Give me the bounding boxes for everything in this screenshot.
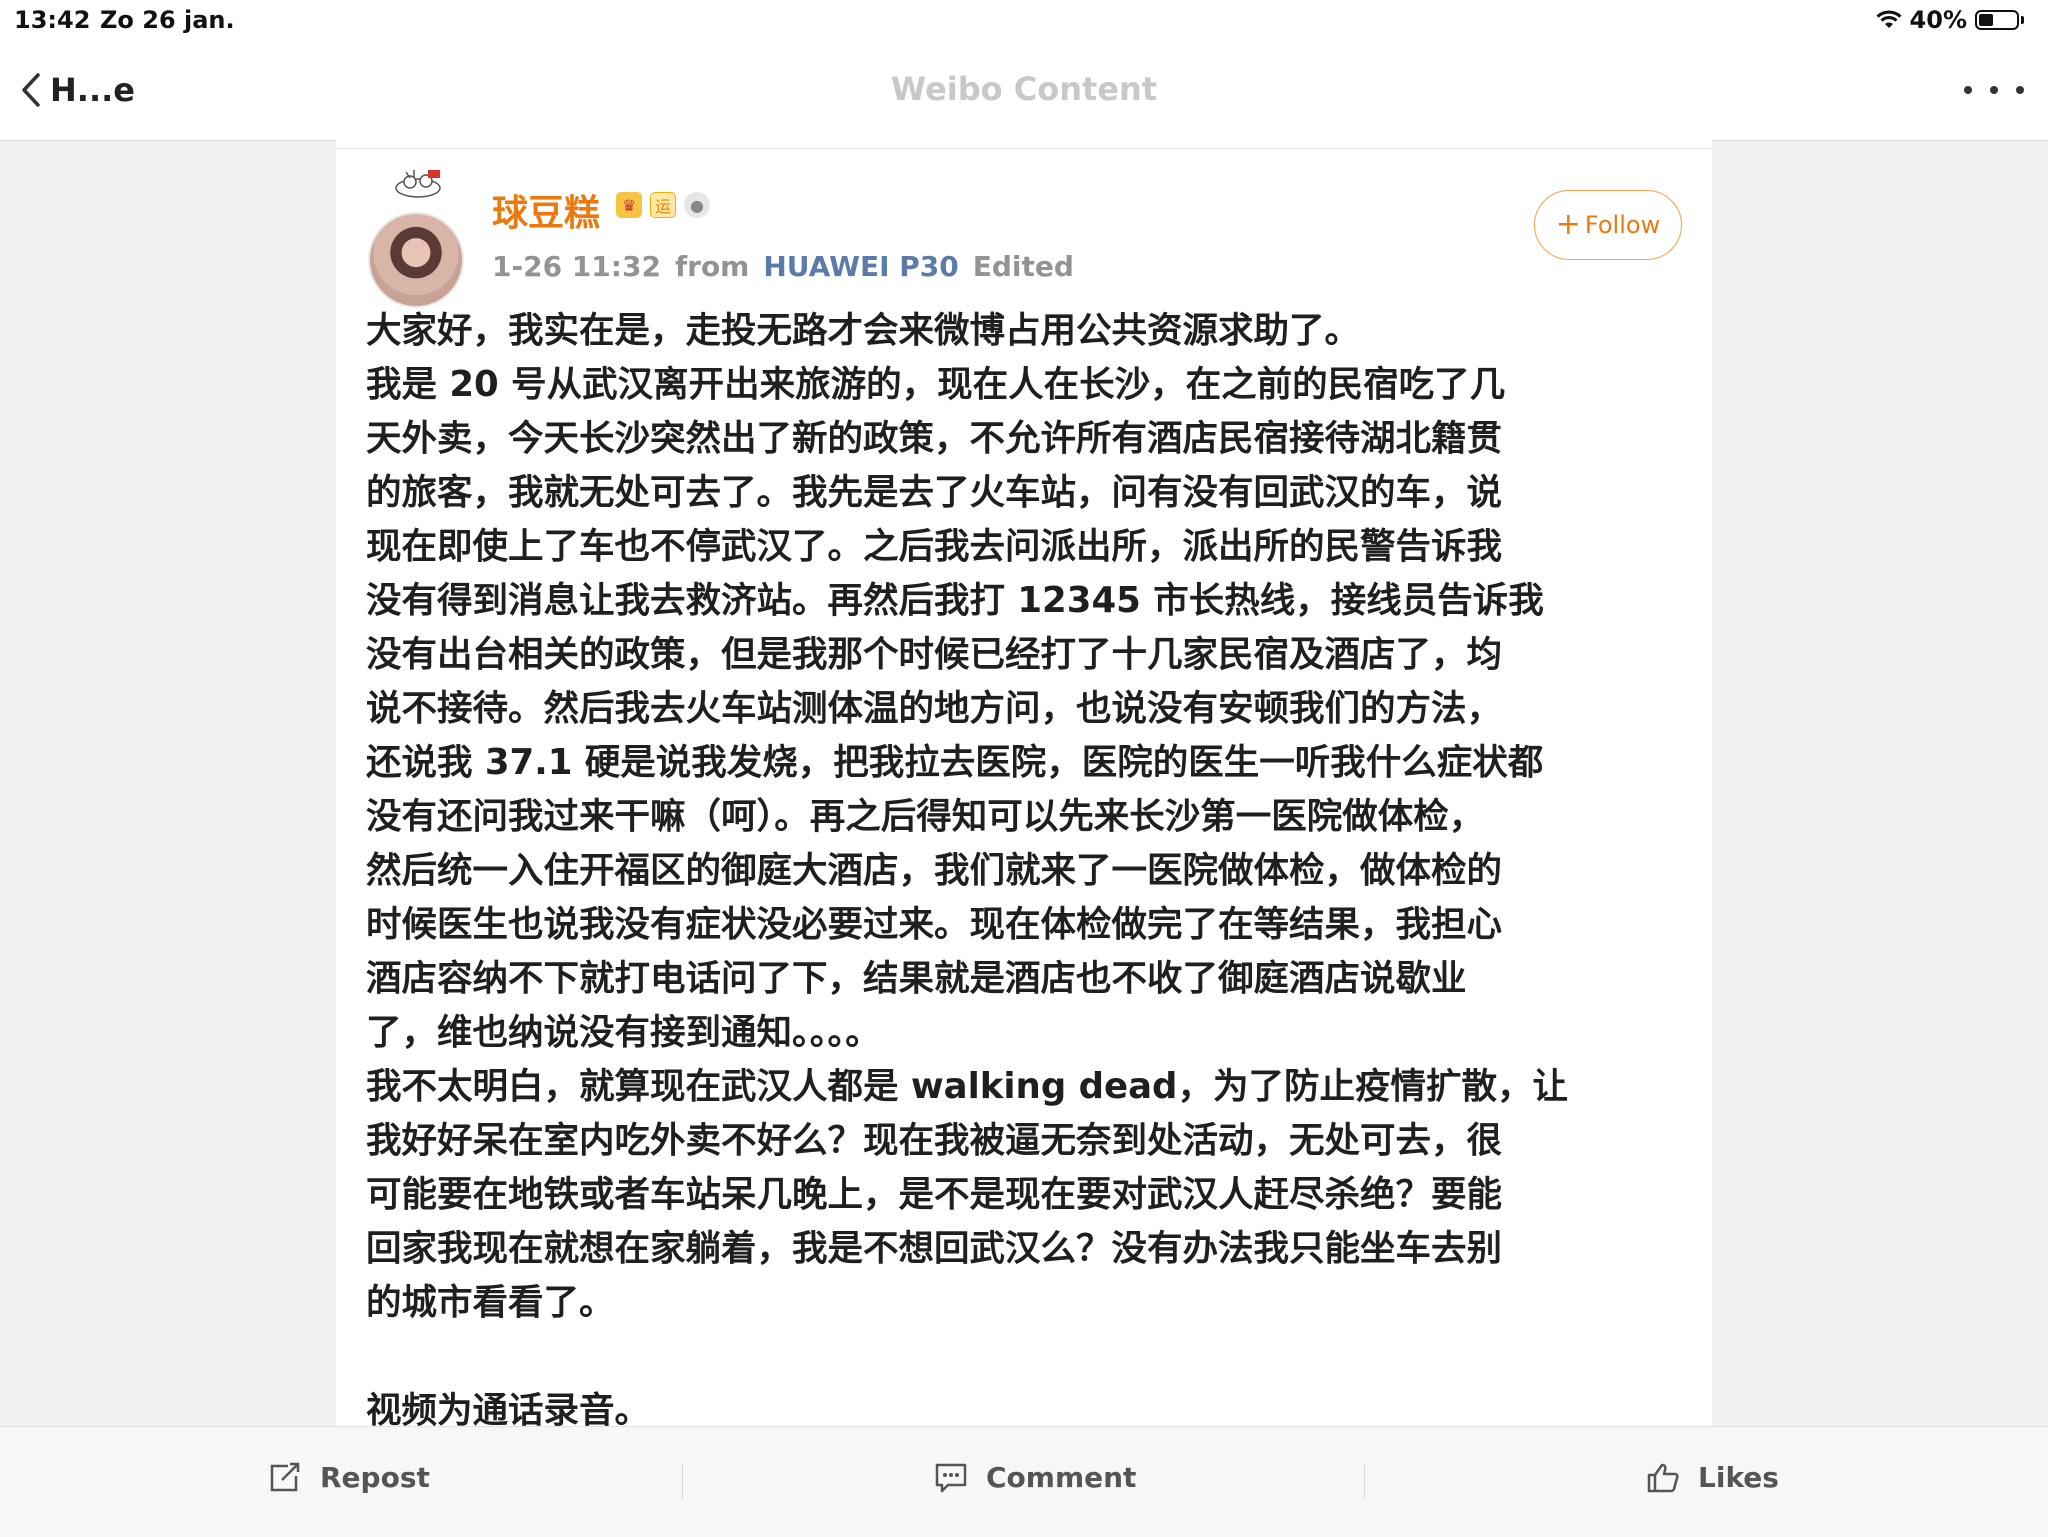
post-body-line: 的城市看看了。 [366, 1282, 615, 1323]
post-body-line: 说不接待。然后我去火车站测体温的地方问，也说没有安顿我们的方法， [366, 688, 1503, 729]
vote-badge-icon[interactable]: 运 [650, 192, 676, 218]
comment-icon [934, 1462, 968, 1494]
username[interactable]: 球豆糕 [492, 184, 600, 236]
divider [1364, 1463, 1365, 1499]
user-badges: ♛ 运 ● [616, 192, 710, 218]
battery-icon [1975, 10, 2019, 30]
more-dot-icon [1964, 86, 1972, 94]
status-time: 13:42 [14, 6, 91, 34]
medal-badge-icon[interactable]: ● [684, 192, 710, 218]
comment-button[interactable]: Comment [934, 1461, 1136, 1494]
crown-badge-icon[interactable]: ♛ [616, 192, 642, 218]
more-dot-icon [1990, 86, 1998, 94]
post-body-spacer [366, 1330, 1686, 1384]
action-bar: Repost Comment Likes [0, 1426, 2048, 1537]
avatar-container[interactable] [366, 166, 466, 308]
status-date: Zo 26 jan. [100, 6, 235, 34]
post-body-line: 我好好呆在室内吃外卖不好么？现在我被逼无奈到处活动，无处可去，很 [366, 1120, 1503, 1161]
post-body-line: 的旅客，我就无处可去了。我先是去了火车站，问有没有回武汉的车，说 [366, 472, 1503, 513]
repost-icon [268, 1462, 302, 1494]
status-bar: 13:42 Zo 26 jan. 40% [0, 0, 2048, 40]
repost-button[interactable]: Repost [268, 1461, 430, 1494]
post-body-line: 然后统一入住开福区的御庭大酒店，我们就来了一医院做体检，做体检的 [366, 850, 1503, 891]
avatar-ornament-icon [388, 166, 448, 200]
post-body-line: 我不太明白，就算现在武汉人都是 walking dead，为了防止疫情扩散，让 [366, 1066, 1568, 1107]
post-timestamp: 1-26 11:32 [492, 250, 661, 283]
likes-label: Likes [1698, 1461, 1779, 1494]
divider [336, 148, 1712, 149]
likes-button[interactable]: Likes [1646, 1461, 1779, 1494]
edited-label[interactable]: Edited [973, 250, 1074, 283]
post-body-line: 没有出台相关的政策，但是我那个时候已经打了十几家民宿及酒店了，均 [366, 634, 1503, 675]
device-link[interactable]: HUAWEI P30 [763, 250, 958, 283]
comment-label: Comment [986, 1461, 1137, 1494]
wifi-icon [1876, 10, 1902, 30]
plus-icon: + [1555, 207, 1581, 242]
repost-label: Repost [320, 1461, 430, 1494]
post-body-line: 没有得到消息让我去救济站。再然后我打 12345 市长热线，接线员告诉我 [366, 580, 1544, 621]
battery-tip [2021, 16, 2024, 24]
status-indicators: 40% [1876, 6, 2024, 34]
nav-bar: H...e Weibo Content [0, 40, 2048, 141]
follow-button[interactable]: + Follow [1534, 190, 1682, 260]
post-meta: 1-26 11:32 from HUAWEI P30 Edited [492, 250, 1074, 283]
post-body: 大家好，我实在是，走投无路才会来微博占用公共资源求助了。我是 20 号从武汉离开… [366, 304, 1686, 1426]
post-body-line: 现在即使上了车也不停武汉了。之后我去问派出所，派出所的民警告诉我 [366, 526, 1503, 567]
post-body-line: 时候医生也说我没有症状没必要过来。现在体检做完了在等结果，我担心 [366, 904, 1503, 945]
post-body-line: 视频为通话录音。 [366, 1390, 651, 1426]
from-label: from [674, 250, 750, 283]
post-body-line: 可能要在地铁或者车站呆几晚上，是不是现在要对武汉人赶尽杀绝？要能 [366, 1174, 1503, 1215]
post-card: 球豆糕 ♛ 运 ● 1-26 11:32 from HUAWEI P30 Edi… [336, 140, 1712, 1426]
page-title: Weibo Content [890, 70, 1158, 108]
divider [682, 1463, 683, 1499]
post-body-line: 没有还问我过来干嘛（呵）。再之后得知可以先来长沙第一医院做体检， [366, 796, 1485, 837]
more-options-button[interactable] [1964, 70, 2024, 110]
post-body-line: 大家好，我实在是，走投无路才会来微博占用公共资源求助了。 [366, 310, 1361, 351]
post-body-line: 回家我现在就想在家躺着，我是不想回武汉么？没有办法我只能坐车去别 [366, 1228, 1503, 1269]
post-body-line: 我是 20 号从武汉离开出来旅游的，现在人在长沙，在之前的民宿吃了几 [366, 364, 1506, 405]
more-dot-icon [2016, 86, 2024, 94]
post-body-line: 还说我 37.1 硬是说我发烧，把我拉去医院，医院的医生一听我什么症状都 [366, 742, 1544, 783]
post-body-line: 了，维也纳说没有接到通知。。。。 [366, 1012, 881, 1053]
thumbs-up-icon [1646, 1462, 1680, 1494]
post-body-line: 酒店容纳不下就打电话问了下，结果就是酒店也不收了御庭酒店说歇业 [366, 958, 1467, 999]
follow-label: Follow [1584, 211, 1661, 239]
post-body-line: 天外卖，今天长沙突然出了新的政策，不允许所有酒店民宿接待湖北籍贯 [366, 418, 1503, 459]
battery-percent: 40% [1909, 6, 1967, 34]
avatar[interactable] [368, 212, 464, 308]
battery-level [1979, 14, 1993, 26]
